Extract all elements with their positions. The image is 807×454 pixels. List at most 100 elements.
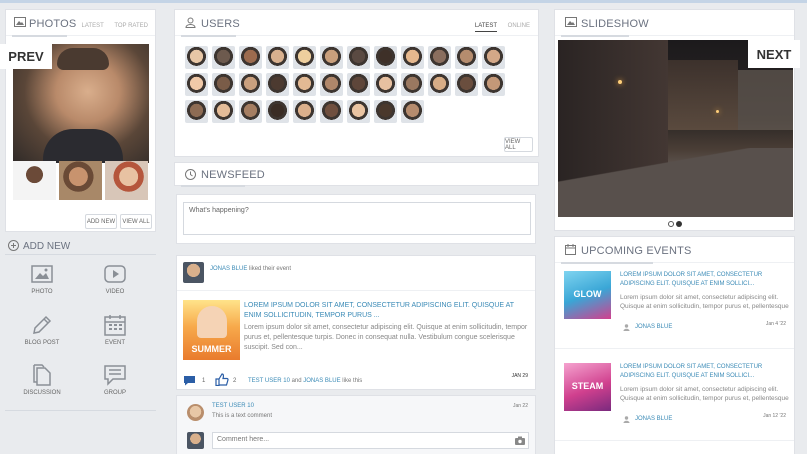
tab-top-rated[interactable]: Top Rated: [114, 23, 148, 29]
user-avatar[interactable]: [320, 46, 343, 69]
user-avatar[interactable]: [374, 100, 397, 123]
user-avatar[interactable]: [185, 46, 208, 69]
tab-latest[interactable]: Latest: [82, 23, 104, 29]
event-thumbnail[interactable]: GLOW: [564, 271, 611, 319]
add-discussion-button[interactable]: Discussion: [22, 364, 62, 404]
event-date: Jan 12 '22: [763, 413, 786, 419]
like-count: 2: [233, 378, 237, 384]
user-avatar[interactable]: [401, 46, 424, 69]
user-avatar[interactable]: [266, 100, 289, 123]
user-avatar[interactable]: [320, 100, 343, 123]
newsfeed-title: Newsfeed: [201, 169, 265, 181]
clock-icon: [185, 169, 196, 180]
add-new-photo-button[interactable]: Add New: [85, 214, 117, 229]
add-group-button[interactable]: Group: [95, 364, 135, 404]
event-title-link[interactable]: Lorem ipsum dolor sit amet, consectetur …: [620, 363, 790, 381]
comment-input[interactable]: Comment here...: [212, 432, 529, 449]
add-new-title: Add New: [23, 241, 71, 252]
calendar-icon: [565, 244, 576, 255]
tab-latest-users[interactable]: Latest: [474, 23, 497, 32]
event-author-link[interactable]: Jonas Blue: [635, 416, 672, 422]
event-description: Lorem ipsum dolor sit amet, consectetur …: [244, 324, 528, 351]
events-card: Upcoming Events GLOW Lorem ipsum dolor s…: [554, 236, 795, 454]
photos-title: Photos: [29, 18, 77, 30]
user-avatar[interactable]: [401, 100, 424, 123]
user-avatar[interactable]: [185, 73, 208, 96]
slideshow-card: Slideshow NEXT: [554, 9, 800, 231]
user-avatar[interactable]: [266, 73, 289, 96]
user-avatar[interactable]: [482, 46, 505, 69]
add-new-section: Add New Photo Video Blog Post Event Disc…: [5, 236, 156, 411]
add-video-label: Video: [105, 289, 125, 295]
events-title: Upcoming Events: [581, 245, 692, 257]
add-video-button[interactable]: Video: [95, 265, 135, 303]
user-avatar[interactable]: [239, 73, 262, 96]
event-thumbnail[interactable]: STEAM: [564, 363, 611, 411]
user-avatar[interactable]: [347, 100, 370, 123]
photo-thumb[interactable]: [13, 161, 56, 200]
avatar[interactable]: [183, 262, 204, 283]
user-avatar[interactable]: [455, 46, 478, 69]
view-all-photos-button[interactable]: View All: [120, 214, 152, 229]
tab-online-users[interactable]: Online: [508, 23, 530, 29]
event-title-link[interactable]: Lorem ipsum dolor sit amet, consectetur …: [620, 271, 790, 289]
post-author-link[interactable]: Jonas Blue: [210, 266, 247, 272]
user-avatar[interactable]: [455, 73, 478, 96]
plus-circle-icon: [8, 240, 19, 251]
event-author-link[interactable]: Jonas Blue: [635, 324, 672, 330]
user-avatar[interactable]: [374, 46, 397, 69]
events-header: Upcoming Events: [555, 237, 794, 264]
comment-icon[interactable]: [183, 375, 196, 386]
add-photo-button[interactable]: Photo: [22, 265, 62, 303]
user-avatar[interactable]: [347, 73, 370, 96]
user-avatar[interactable]: [374, 73, 397, 96]
user-avatar[interactable]: [482, 73, 505, 96]
status-input[interactable]: What's happening?: [183, 202, 531, 235]
liker-link[interactable]: Jonas Blue: [303, 378, 340, 384]
photo-thumb[interactable]: [105, 161, 148, 200]
user-avatar[interactable]: [239, 100, 262, 123]
event-title-link[interactable]: Lorem ipsum dolor sit amet, consectetur …: [244, 301, 530, 321]
slide-dot-active[interactable]: [676, 221, 682, 227]
user-avatar[interactable]: [212, 73, 235, 96]
add-blog-post-label: Blog Post: [24, 340, 60, 346]
event-image[interactable]: SUMMER: [183, 300, 240, 360]
user-avatar[interactable]: [320, 73, 343, 96]
user-avatar[interactable]: [347, 46, 370, 69]
user-avatar[interactable]: [239, 46, 262, 69]
photo-thumb[interactable]: [59, 161, 102, 200]
user-avatar[interactable]: [266, 46, 289, 69]
photo-icon: [31, 265, 53, 283]
prev-button[interactable]: PREV: [0, 44, 52, 69]
photo-icon: [565, 17, 577, 27]
post-divider: [177, 290, 535, 291]
slide-dot[interactable]: [668, 221, 674, 227]
view-all-users-button[interactable]: View All: [504, 137, 533, 152]
add-new-header: Add New: [5, 236, 156, 255]
user-avatar[interactable]: [293, 100, 316, 123]
comment-text: This is a text comment: [212, 413, 273, 419]
comments-section: Test User 10 This is a text comment Jan …: [176, 395, 536, 454]
user-avatar[interactable]: [293, 73, 316, 96]
add-event-button[interactable]: Event: [95, 314, 135, 354]
camera-icon[interactable]: [515, 436, 525, 445]
avatar[interactable]: [187, 404, 204, 421]
slideshow-title: Slideshow: [581, 18, 649, 30]
comment-date: Jan 22: [512, 403, 528, 409]
user-avatar[interactable]: [212, 46, 235, 69]
next-button[interactable]: NEXT: [748, 40, 800, 68]
liker-link[interactable]: Test User 10: [248, 378, 290, 384]
user-avatar[interactable]: [401, 73, 424, 96]
user-avatar[interactable]: [212, 100, 235, 123]
user-avatar[interactable]: [428, 46, 451, 69]
add-blog-post-button[interactable]: Blog Post: [22, 314, 62, 354]
post-action-text: liked their event: [249, 266, 292, 272]
avatar[interactable]: [187, 432, 204, 449]
add-event-label: Event: [104, 340, 125, 346]
user-avatar[interactable]: [185, 100, 208, 123]
comment-author-link[interactable]: Test User 10: [212, 403, 254, 409]
event-image-caption: SUMMER: [191, 344, 232, 354]
user-avatar[interactable]: [293, 46, 316, 69]
like-icon[interactable]: [215, 373, 229, 386]
user-avatar[interactable]: [428, 73, 451, 96]
